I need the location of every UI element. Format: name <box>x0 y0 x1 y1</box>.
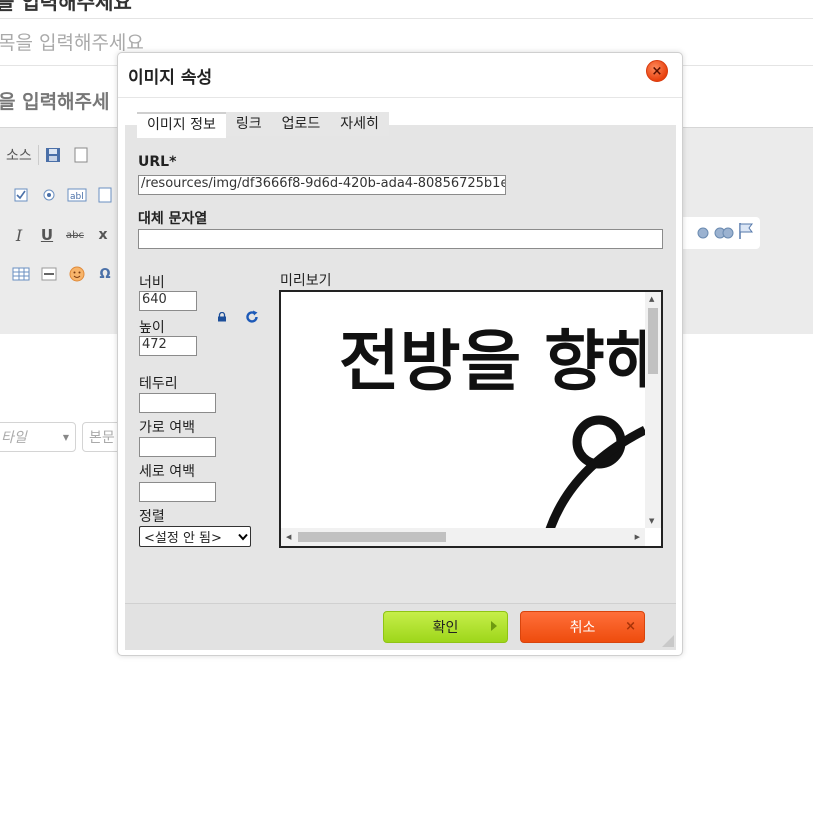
italic-icon[interactable]: I <box>8 224 30 246</box>
image-properties-dialog: 이미지 속성 × 이미지 정보 링크 업로드 자세히 URL* /resourc… <box>117 52 683 656</box>
scroll-down-icon[interactable]: ▼ <box>649 517 654 525</box>
arrow-right-icon <box>491 621 497 631</box>
border-label: 테두리 <box>139 376 178 392</box>
hspace-label: 가로 여백 <box>139 420 195 436</box>
underline-icon[interactable]: U <box>36 224 58 246</box>
dialog-tabs: 이미지 정보 링크 업로드 자세히 <box>137 112 389 138</box>
vspace-field[interactable] <box>139 482 216 502</box>
chevron-down-icon: ▼ <box>62 432 69 442</box>
divider <box>0 18 813 19</box>
border-field[interactable] <box>139 393 216 413</box>
preview-label: 미리보기 <box>280 273 332 289</box>
url-label: URL* <box>138 154 177 170</box>
preview-image: 전방을 향해 <box>339 323 645 528</box>
horizontal-scroll-thumb[interactable] <box>298 532 446 542</box>
cancel-button[interactable]: 취소 × <box>520 611 645 643</box>
page-title-fragment: 을 입력해주세요 <box>0 0 132 14</box>
tab-upload[interactable]: 업로드 <box>272 112 331 136</box>
content-title-placeholder[interactable]: 을 입력해주세 <box>0 87 110 114</box>
replace-icon[interactable] <box>714 223 734 243</box>
dialog-footer: 확인 취소 × <box>125 603 676 650</box>
anchor-flag-icon[interactable] <box>738 222 754 244</box>
preview-horizontal-scrollbar[interactable]: ◀ ▶ <box>281 528 645 546</box>
right-toolbar-group <box>672 217 760 249</box>
textarea-icon[interactable] <box>94 184 116 206</box>
toolbar-row-4: Ω <box>0 259 119 289</box>
hspace-field[interactable] <box>139 437 216 457</box>
width-label: 너비 <box>139 275 165 291</box>
strikethrough-icon[interactable]: abc <box>64 224 86 246</box>
special-char-icon[interactable]: Ω <box>94 263 116 285</box>
preview-pane[interactable]: 전방을 향해 ▲ ▼ ◀ ▶ <box>279 290 663 548</box>
subscript-icon[interactable]: x <box>92 224 114 246</box>
scroll-left-icon[interactable]: ◀ <box>286 533 291 541</box>
smiley-icon[interactable] <box>66 263 88 285</box>
textfield-icon[interactable]: abl <box>66 184 88 206</box>
title-divider <box>118 97 682 98</box>
close-x-icon: × <box>625 619 636 634</box>
align-select[interactable]: <설정 안 됨> <box>139 526 251 547</box>
svg-text:abl: abl <box>70 192 84 202</box>
scroll-up-icon[interactable]: ▲ <box>649 295 654 303</box>
save-icon[interactable] <box>42 144 64 166</box>
subject-input-placeholder[interactable]: 목을 입력해주세요 <box>0 28 144 55</box>
preview-vertical-scrollbar[interactable]: ▲ ▼ <box>645 292 661 528</box>
reset-size-icon[interactable] <box>245 310 259 324</box>
resize-grip-icon[interactable] <box>661 634 675 648</box>
style-combo-label: 타일 <box>1 430 27 446</box>
format-combo[interactable]: 본문 <box>82 422 122 452</box>
tab-advanced[interactable]: 자세히 <box>330 112 389 136</box>
lock-icon[interactable] <box>217 312 227 322</box>
dialog-title: 이미지 속성 <box>128 68 213 88</box>
table-icon[interactable] <box>10 263 32 285</box>
ok-button-label: 확인 <box>432 620 459 636</box>
chevron-down-icon <box>238 533 248 541</box>
align-select-value: <설정 안 됨> <box>144 531 222 546</box>
width-field[interactable]: 640 <box>139 291 197 311</box>
source-button[interactable]: 소스 <box>0 145 39 165</box>
close-icon[interactable]: × <box>646 60 668 82</box>
url-field[interactable]: /resources/img/df3666f8-9d6d-420b-ada4-8… <box>138 175 506 195</box>
tab-image-info[interactable]: 이미지 정보 <box>137 112 226 138</box>
style-combo[interactable]: 타일 ▼ <box>0 422 76 452</box>
toolbar-row-2: abl <box>0 180 119 210</box>
preview-image-text: 전방을 향해 <box>339 323 645 400</box>
vspace-label: 세로 여백 <box>139 464 195 480</box>
ok-button[interactable]: 확인 <box>383 611 508 643</box>
format-combo-label: 본문 <box>89 430 115 446</box>
alt-text-field[interactable] <box>138 229 663 249</box>
alt-text-label: 대체 문자열 <box>138 211 208 227</box>
height-field[interactable]: 472 <box>139 336 197 356</box>
tab-link[interactable]: 링크 <box>226 112 272 136</box>
vertical-scroll-thumb[interactable] <box>648 308 658 374</box>
horizontal-rule-icon[interactable] <box>38 263 60 285</box>
toolbar-row-3: I U abc x <box>0 220 117 250</box>
new-page-icon[interactable] <box>70 144 92 166</box>
checkbox-icon[interactable] <box>10 184 32 206</box>
cancel-button-label: 취소 <box>569 620 596 636</box>
height-label: 높이 <box>139 320 165 336</box>
align-label: 정렬 <box>139 509 165 525</box>
find-icon[interactable] <box>696 223 710 243</box>
scroll-right-icon[interactable]: ▶ <box>635 533 640 541</box>
toolbar-row-1: 소스 <box>0 140 95 170</box>
radio-icon[interactable] <box>38 184 60 206</box>
